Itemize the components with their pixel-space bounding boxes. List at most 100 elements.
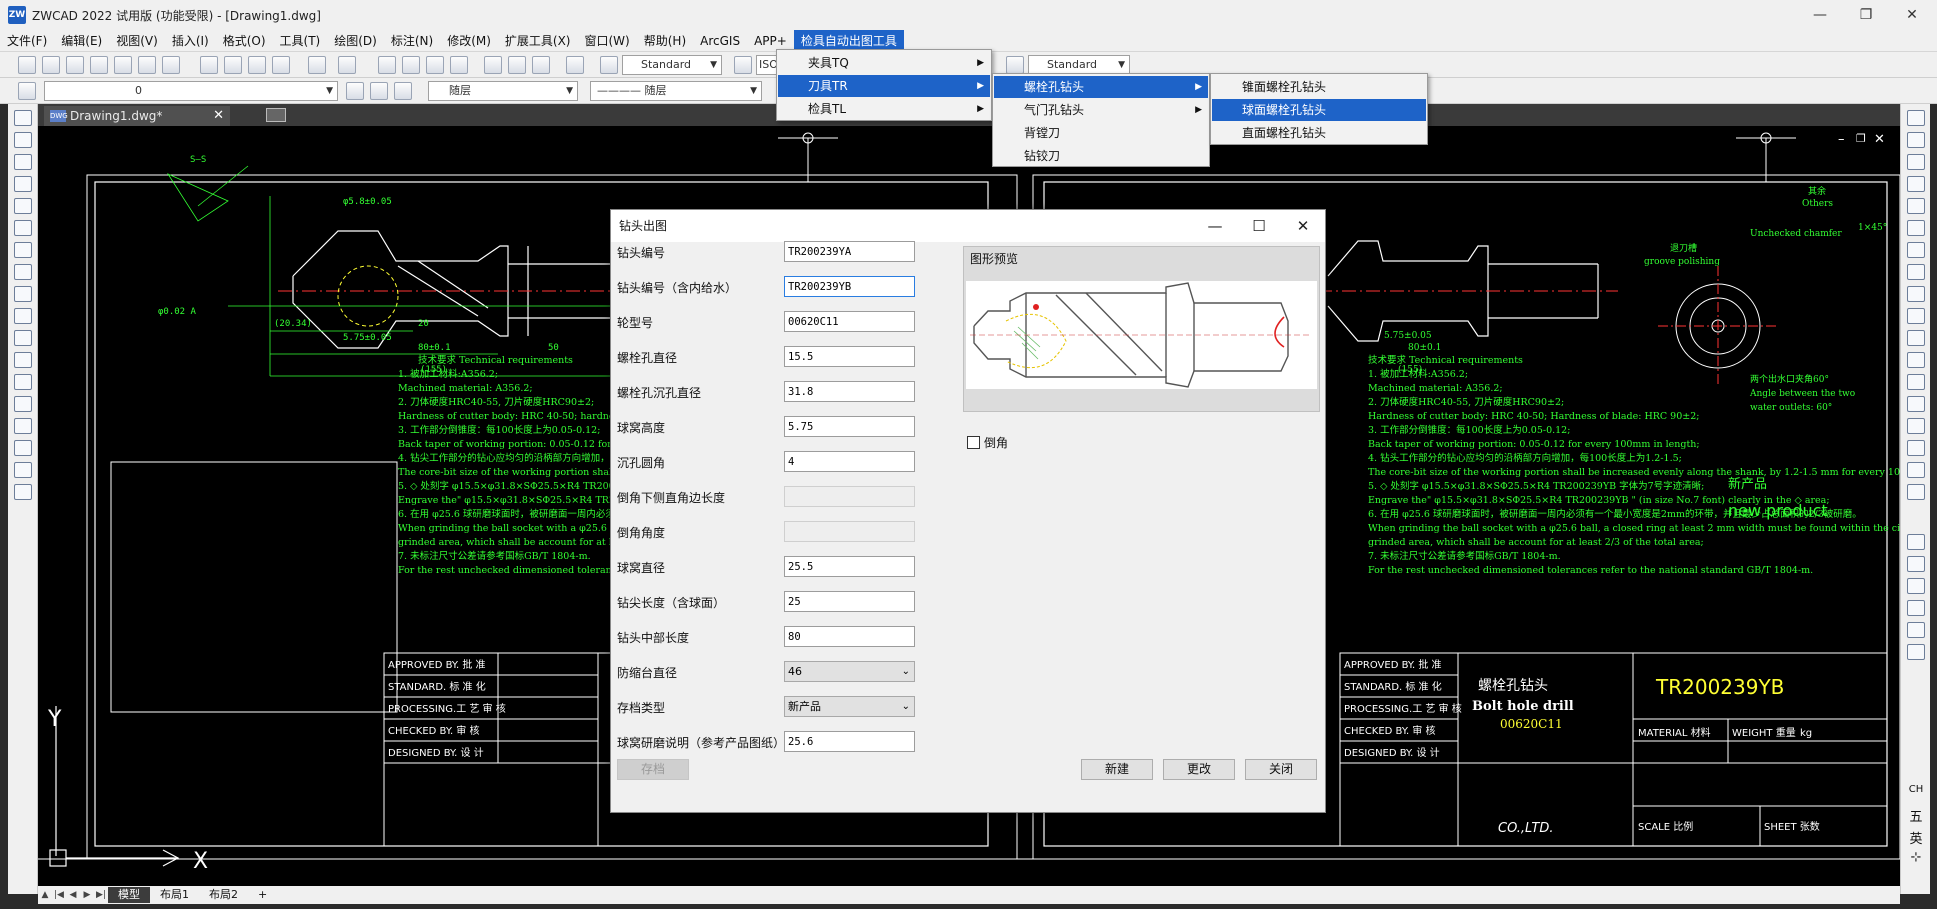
design-center-icon[interactable] [508,56,526,74]
zoom-previous-icon[interactable] [450,56,468,74]
menu-item-valve-hole-drill[interactable]: 气门孔钻头 ▶ [994,99,1208,121]
dim-style-select[interactable]: ISO [756,55,778,75]
prev-tab-icon[interactable]: ◀ [66,890,80,900]
table-style-icon[interactable] [1006,56,1024,74]
ellipse-arc-icon[interactable] [14,330,32,346]
spline-icon[interactable] [14,286,32,302]
ime-settings-icon[interactable]: ⊹ [1905,850,1927,872]
properties-icon[interactable] [484,56,502,74]
trim-icon[interactable] [1907,308,1925,324]
menu-item-ball-bolt-drill[interactable]: 球面螺栓孔钻头 [1212,99,1426,121]
menu-dimension[interactable]: 标注(N) [384,30,440,52]
menu-item-cone-bolt-drill[interactable]: 锥面螺栓孔钻头 [1212,76,1426,98]
explode-icon[interactable] [1907,440,1925,456]
polyline-icon[interactable] [14,154,32,170]
break-icon[interactable] [1907,352,1925,368]
drill-number-input[interactable] [784,241,915,262]
polygon-icon[interactable] [14,176,32,192]
minimize-button[interactable]: — [1797,0,1843,30]
copy-object-icon[interactable] [1907,132,1925,148]
drill-number-water-input[interactable] [784,276,915,297]
menu-item-cutter[interactable]: 刀具TR ▶ [778,75,990,97]
pan-icon[interactable] [378,56,396,74]
menu-express-tools[interactable]: 扩展工具(X) [498,30,578,52]
insert-block-icon[interactable] [14,352,32,368]
table-style-select[interactable]: Standard ▼ [1028,55,1130,75]
ime-ch-indicator[interactable]: CH [1905,784,1927,806]
counterbore-fillet-input[interactable] [784,451,915,472]
arc-icon[interactable] [14,220,32,236]
rectangle-icon[interactable] [14,198,32,214]
text-style-icon[interactable] [600,56,618,74]
fillet-icon[interactable] [1907,418,1925,434]
viewport-close-icon[interactable]: ✕ [1874,132,1885,147]
multiline-text-icon[interactable] [14,484,32,500]
chamfer-icon[interactable] [1907,396,1925,412]
draworder-icon[interactable] [1907,600,1925,616]
scroll-up-icon[interactable]: ▲ [38,890,52,900]
move-icon[interactable] [1907,220,1925,236]
join-icon[interactable] [1907,374,1925,390]
make-block-icon[interactable] [14,374,32,390]
tab-layout2[interactable]: 布局2 [199,887,248,903]
menu-window[interactable]: 窗口(W) [578,30,637,52]
modify-button[interactable]: 更改 [1163,759,1235,780]
menu-item-back-boring[interactable]: 背镗刀 [994,122,1208,144]
zoom-extents-icon[interactable] [426,56,444,74]
linetype-select[interactable]: ———— 随层 ▼ [590,81,762,101]
copy-icon[interactable] [224,56,242,74]
extend-icon[interactable] [1907,330,1925,346]
scale-icon[interactable] [1907,264,1925,280]
group-icon[interactable] [1907,556,1925,572]
first-tab-icon[interactable]: |◀ [52,890,66,900]
menu-item-fixture[interactable]: 夹具TQ ▶ [778,52,990,74]
line-icon[interactable] [14,110,32,126]
menu-item-bolt-hole-drill[interactable]: 螺栓孔钻头 ▶ [994,76,1208,98]
menu-item-drill-reamer[interactable]: 钻铰刀 [994,145,1208,167]
last-tab-icon[interactable]: ▶| [94,890,108,900]
open-file-icon[interactable] [42,56,60,74]
shrink-step-diameter-select[interactable]: 46 ⌄ [784,661,915,682]
region-icon[interactable] [14,440,32,456]
tab-model[interactable]: 模型 [108,887,150,903]
match-properties-icon[interactable] [272,56,290,74]
ime-wubi-indicator[interactable]: 五 [1905,806,1927,828]
add-layout-button[interactable]: + [248,887,277,903]
lengthen-icon[interactable] [1907,484,1925,500]
tip-length-input[interactable] [784,591,915,612]
menu-file[interactable]: 文件(F) [0,30,54,52]
new-file-icon[interactable] [18,56,36,74]
ellipse-icon[interactable] [14,308,32,324]
undo-icon[interactable] [308,56,326,74]
ime-english-indicator[interactable]: 英 [1905,828,1927,850]
help-icon[interactable] [566,56,584,74]
ball-grinding-note-input[interactable] [784,731,915,752]
hatch-icon[interactable] [14,418,32,434]
tool-palette-icon[interactable] [532,56,550,74]
list-icon[interactable] [1907,644,1925,660]
zoom-realtime-icon[interactable] [402,56,420,74]
close-window-button[interactable]: ✕ [1889,0,1935,30]
print-icon[interactable] [162,56,180,74]
new-button[interactable]: 新建 [1081,759,1153,780]
close-tab-icon[interactable]: ✕ [213,106,224,126]
text-style-select[interactable]: Standard ▼ [622,55,722,75]
menu-view[interactable]: 视图(V) [109,30,165,52]
ungroup-icon[interactable] [1907,578,1925,594]
dialog-minimize-button[interactable]: — [1193,210,1237,242]
measure-icon[interactable] [1907,622,1925,638]
make-current-layer-icon[interactable] [346,82,364,100]
dialog-maximize-button[interactable]: ☐ [1237,210,1281,242]
tab-layout1[interactable]: 布局1 [150,887,199,903]
new-tab-icon[interactable] [266,108,286,122]
save-as-icon[interactable] [90,56,108,74]
layer-state-icon[interactable] [394,82,412,100]
archive-type-select[interactable]: 新产品 ⌄ [784,696,915,717]
dialog-close-button[interactable]: ✕ [1281,210,1325,242]
wheel-model-input[interactable] [784,311,915,332]
menu-item-flat-bolt-drill[interactable]: 直面螺栓孔钻头 [1212,122,1426,144]
viewport-restore-icon[interactable]: ❐ [1856,132,1866,145]
restore-button[interactable]: ❐ [1843,0,1889,30]
array-icon[interactable] [1907,198,1925,214]
plot-preview-icon[interactable] [114,56,132,74]
